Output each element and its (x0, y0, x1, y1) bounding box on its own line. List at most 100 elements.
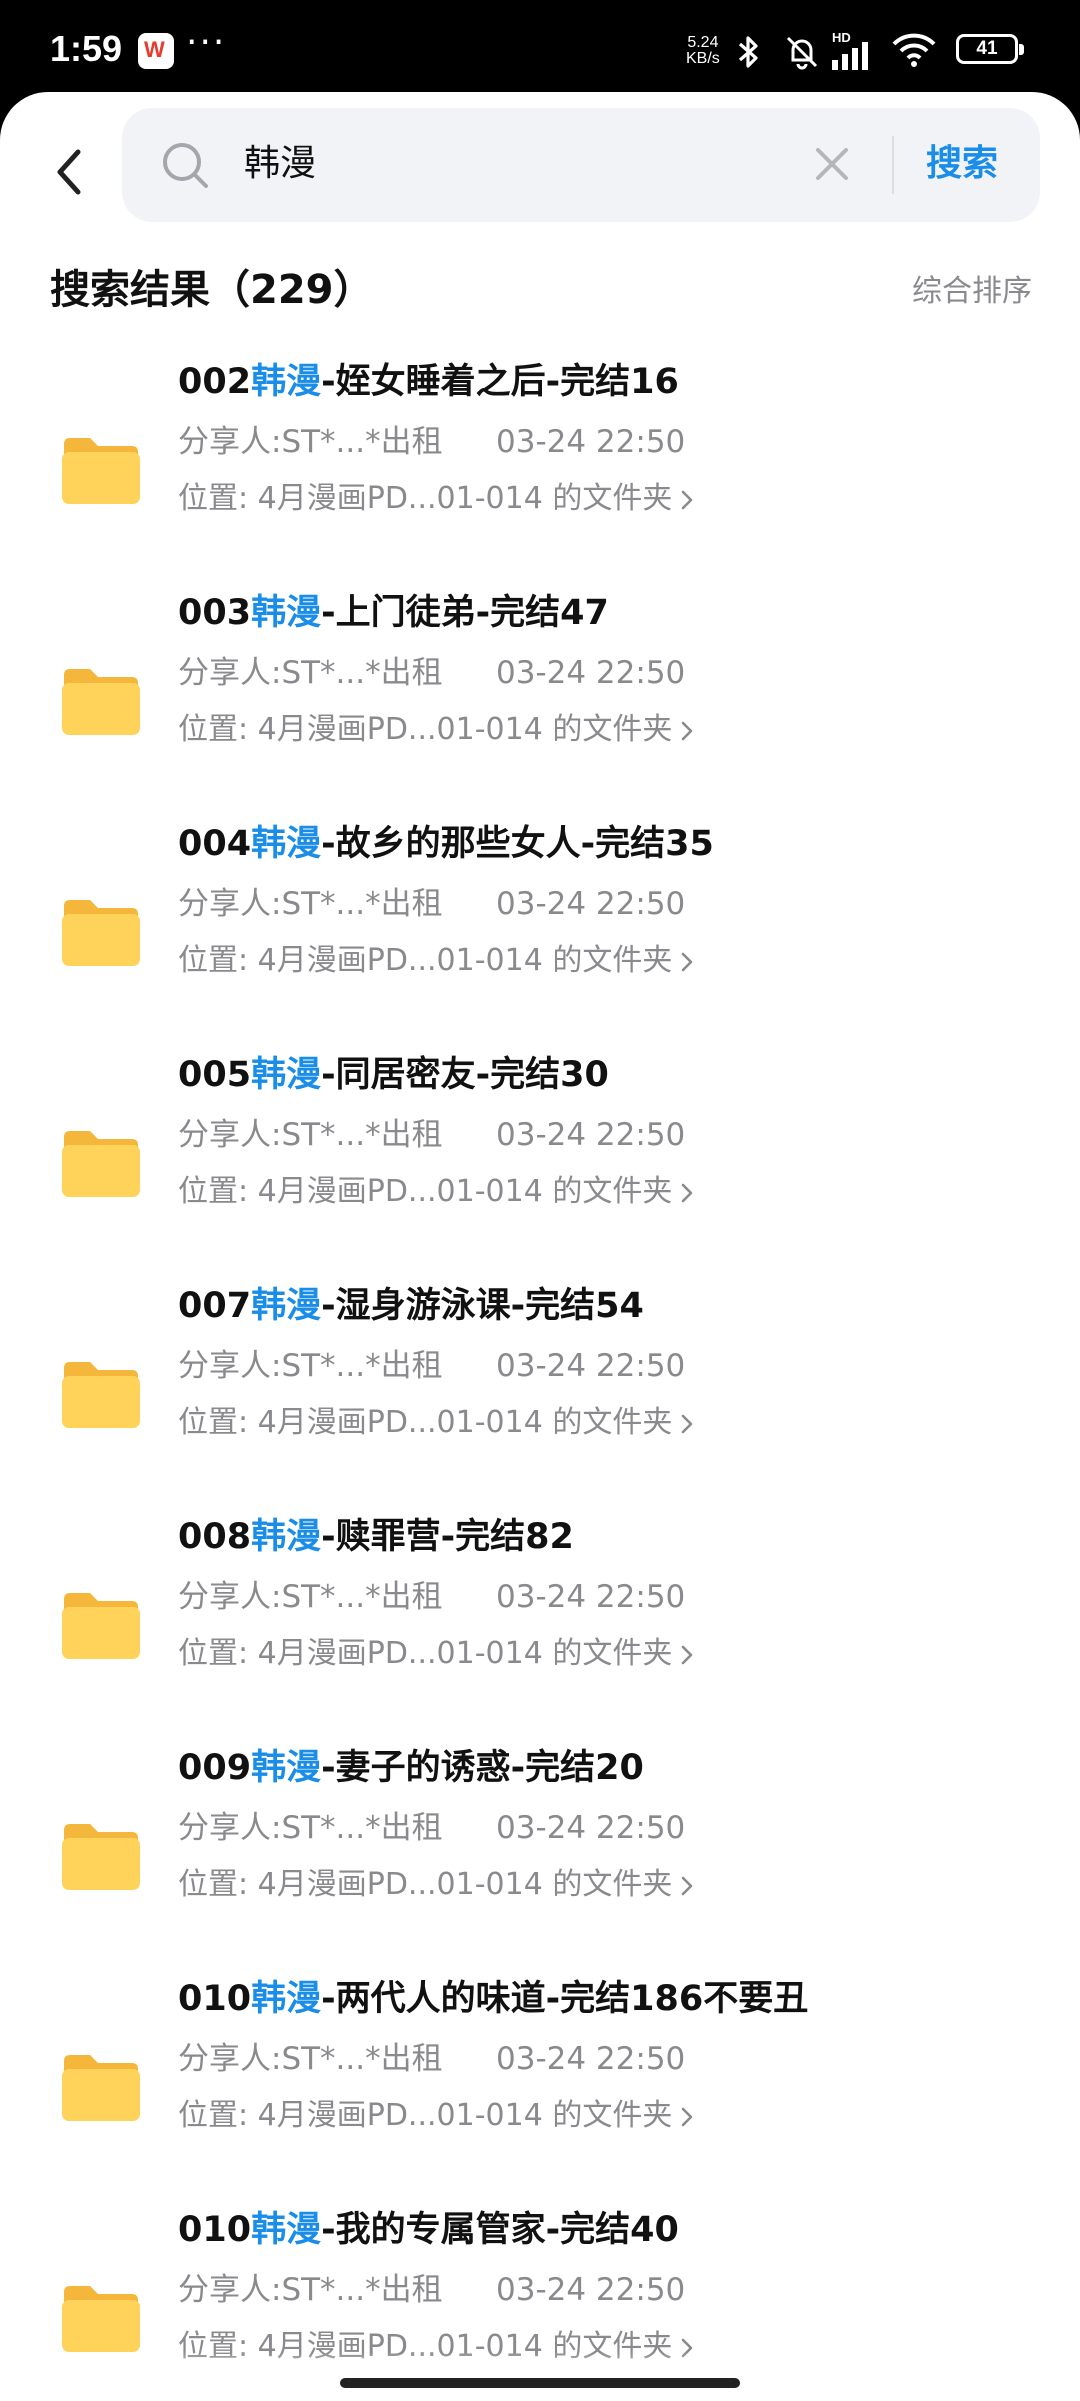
bluetooth-icon (738, 36, 758, 68)
network-speed: 5.24 KB/s (686, 35, 720, 67)
item-time: 03-24 22:50 (496, 886, 686, 922)
item-title: 010韩漫-我的专属管家-完结40 (178, 2202, 679, 2258)
item-location[interactable]: 位置: 4月漫画PD...01-014 的文件夹 (178, 940, 694, 982)
item-title-suffix: -上门徒弟-完结47 (321, 593, 609, 633)
back-arrow-icon[interactable] (50, 146, 90, 198)
list-item[interactable]: 010韩漫-两代人的味道-完结186不要丑 分享人:ST*...*出租 03-24… (0, 1971, 1080, 2202)
item-meta: 分享人:ST*...*出租 03-24 22:50 (178, 2268, 685, 2312)
item-title-prefix: 002 (178, 362, 252, 402)
item-title: 009韩漫-妻子的诱惑-完结20 (178, 1740, 644, 1796)
item-title-keyword: 韩漫 (251, 824, 322, 864)
folder-icon (62, 1824, 140, 1890)
item-meta: 分享人:ST*...*出租 03-24 22:50 (178, 1344, 685, 1388)
item-location-text: 位置: 4月漫画PD...01-014 的文件夹 (178, 1867, 673, 1902)
item-time: 03-24 22:50 (496, 424, 686, 460)
item-location[interactable]: 位置: 4月漫画PD...01-014 的文件夹 (178, 1402, 694, 1444)
item-title-suffix: -同居密友-完结30 (321, 1055, 609, 1095)
folder-icon (62, 2055, 140, 2121)
item-location[interactable]: 位置: 4月漫画PD...01-014 的文件夹 (178, 1864, 694, 1906)
search-input[interactable]: 韩漫 (244, 136, 316, 192)
item-location-text: 位置: 4月漫画PD...01-014 的文件夹 (178, 1174, 673, 1209)
folder-icon (62, 1362, 140, 1428)
item-title-suffix: -妻子的诱惑-完结20 (321, 1748, 644, 1788)
item-title-prefix: 008 (178, 1517, 252, 1557)
wifi-icon (892, 33, 936, 67)
item-title-keyword: 韩漫 (251, 1055, 322, 1095)
folder-icon (62, 438, 140, 504)
list-item[interactable]: 008韩漫-赎罪营-完结82 分享人:ST*...*出租 03-24 22:50 … (0, 1509, 1080, 1740)
wps-app-icon: W (138, 33, 174, 69)
search-page: 韩漫 搜索 搜索结果（229） 综合排序 002韩漫-姪女睡着之后-完结16 分… (0, 92, 1080, 2401)
item-meta: 分享人:ST*...*出租 03-24 22:50 (178, 1806, 685, 1850)
item-sharer: 分享人:ST*...*出租 (178, 1117, 443, 1153)
network-speed-value: 5.24 (687, 34, 719, 51)
item-location[interactable]: 位置: 4月漫画PD...01-014 的文件夹 (178, 2095, 694, 2137)
chevron-right-icon (682, 1645, 693, 1664)
battery-icon: 41 (956, 34, 1024, 64)
item-title: 008韩漫-赎罪营-完结82 (178, 1509, 574, 1565)
list-item[interactable]: 005韩漫-同居密友-完结30 分享人:ST*...*出租 03-24 22:50… (0, 1047, 1080, 1278)
item-location-text: 位置: 4月漫画PD...01-014 的文件夹 (178, 943, 673, 978)
item-title-prefix: 004 (178, 824, 252, 864)
status-icons: HD 41 (736, 30, 1066, 74)
item-title-keyword: 韩漫 (251, 2210, 322, 2250)
item-location-text: 位置: 4月漫画PD...01-014 的文件夹 (178, 481, 673, 516)
item-location-text: 位置: 4月漫画PD...01-014 的文件夹 (178, 1636, 673, 1671)
item-time: 03-24 22:50 (496, 655, 686, 691)
item-location[interactable]: 位置: 4月漫画PD...01-014 的文件夹 (178, 709, 694, 751)
item-title-keyword: 韩漫 (251, 1517, 322, 1557)
item-title-prefix: 010 (178, 2210, 252, 2250)
home-indicator[interactable] (340, 2378, 740, 2388)
item-sharer: 分享人:ST*...*出租 (178, 2272, 443, 2308)
item-meta: 分享人:ST*...*出租 03-24 22:50 (178, 882, 685, 926)
item-time: 03-24 22:50 (496, 1579, 686, 1615)
results-title: 搜索结果（229） (50, 267, 374, 313)
chevron-right-icon (682, 1183, 693, 1202)
list-item[interactable]: 003韩漫-上门徒弟-完结47 分享人:ST*...*出租 03-24 22:50… (0, 585, 1080, 816)
chevron-right-icon (682, 1876, 693, 1895)
item-title-keyword: 韩漫 (251, 1748, 322, 1788)
item-location-text: 位置: 4月漫画PD...01-014 的文件夹 (178, 2098, 673, 2133)
status-bar: 1:59 W ··· 5.24 KB/s HD 41 (0, 0, 1080, 100)
item-location-text: 位置: 4月漫画PD...01-014 的文件夹 (178, 712, 673, 747)
item-title-suffix: -赎罪营-完结82 (321, 1517, 574, 1557)
chevron-right-icon (682, 721, 693, 740)
folder-icon (62, 900, 140, 966)
item-title-prefix: 009 (178, 1748, 252, 1788)
item-title: 005韩漫-同居密友-完结30 (178, 1047, 609, 1103)
item-title: 004韩漫-故乡的那些女人-完结35 (178, 816, 714, 872)
clear-icon[interactable] (812, 144, 852, 184)
item-time: 03-24 22:50 (496, 1810, 686, 1846)
list-item[interactable]: 009韩漫-妻子的诱惑-完结20 分享人:ST*...*出租 03-24 22:5… (0, 1740, 1080, 1971)
item-title-prefix: 003 (178, 593, 252, 633)
list-item[interactable]: 002韩漫-姪女睡着之后-完结16 分享人:ST*...*出租 03-24 22:… (0, 354, 1080, 585)
item-sharer: 分享人:ST*...*出租 (178, 1348, 443, 1384)
search-icon (163, 143, 208, 188)
list-item[interactable]: 004韩漫-故乡的那些女人-完结35 分享人:ST*...*出租 03-24 22… (0, 816, 1080, 1047)
network-speed-unit: KB/s (686, 50, 720, 67)
item-sharer: 分享人:ST*...*出租 (178, 424, 443, 460)
item-location[interactable]: 位置: 4月漫画PD...01-014 的文件夹 (178, 478, 694, 520)
item-location-text: 位置: 4月漫画PD...01-014 的文件夹 (178, 1405, 673, 1440)
item-time: 03-24 22:50 (496, 2041, 686, 2077)
item-sharer: 分享人:ST*...*出租 (178, 655, 443, 691)
item-title-suffix: -姪女睡着之后-完结16 (321, 362, 679, 402)
list-item[interactable]: 007韩漫-湿身游泳课-完结54 分享人:ST*...*出租 03-24 22:5… (0, 1278, 1080, 1509)
search-button[interactable]: 搜索 (926, 136, 998, 192)
item-sharer: 分享人:ST*...*出租 (178, 1579, 443, 1615)
status-time: 1:59 (50, 28, 123, 69)
item-meta: 分享人:ST*...*出租 03-24 22:50 (178, 2037, 685, 2081)
folder-icon (62, 2286, 140, 2352)
more-notifications-icon: ··· (186, 22, 227, 63)
item-meta: 分享人:ST*...*出租 03-24 22:50 (178, 651, 685, 695)
item-location[interactable]: 位置: 4月漫画PD...01-014 的文件夹 (178, 1171, 694, 1213)
cell-signal-icon (832, 42, 868, 70)
item-location[interactable]: 位置: 4月漫画PD...01-014 的文件夹 (178, 1633, 694, 1675)
wps-app-label: W (144, 37, 165, 62)
item-sharer: 分享人:ST*...*出租 (178, 1810, 443, 1846)
item-time: 03-24 22:50 (496, 1117, 686, 1153)
item-title-prefix: 010 (178, 1979, 252, 2019)
item-title: 007韩漫-湿身游泳课-完结54 (178, 1278, 644, 1334)
item-sharer: 分享人:ST*...*出租 (178, 886, 443, 922)
sort-button[interactable]: 综合排序 (912, 270, 1032, 314)
